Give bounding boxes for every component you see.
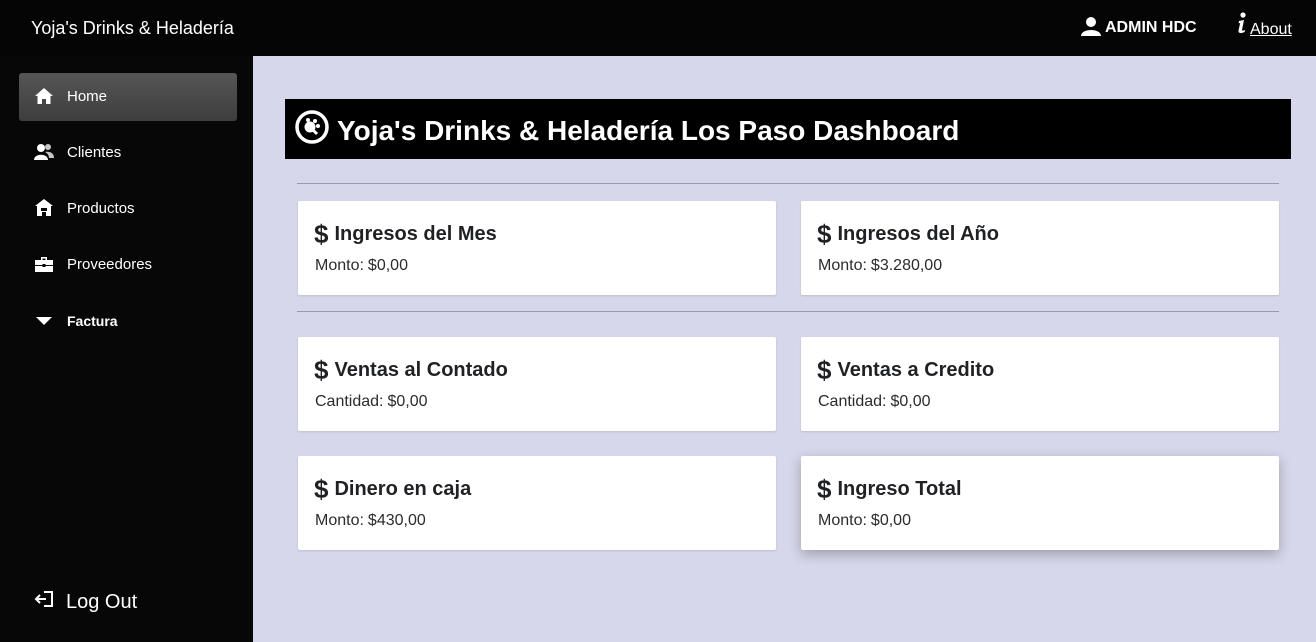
card-title: $ Ventas a Credito — [817, 357, 994, 383]
card-title: $ Dinero en caja — [314, 476, 471, 502]
card-ingreso-total[interactable]: $ Ingreso Total Monto: $0,00 — [801, 456, 1279, 550]
dollar-icon: $ — [314, 474, 329, 504]
card-ingresos-mes: $ Ingresos del Mes Monto: $0,00 — [298, 201, 776, 295]
card-ingresos-ano: $ Ingresos del Año Monto: $3.280,00 — [801, 201, 1279, 295]
divider — [297, 183, 1279, 184]
sidebar-item-productos[interactable]: Productos — [19, 185, 237, 233]
card-value: Monto: $430,00 — [315, 512, 426, 530]
card-dinero-caja: $ Dinero en caja Monto: $430,00 — [298, 456, 776, 550]
dollar-icon: $ — [817, 219, 832, 249]
sidebar-item-label: Home — [67, 88, 108, 105]
sidebar-item-label: Productos — [67, 200, 135, 217]
sidebar-item-factura[interactable]: Factura — [19, 297, 237, 345]
card-ventas-contado: $ Ventas al Contado Cantidad: $0,00 — [298, 337, 776, 431]
sidebar: Home Clientes Productos Proveedores Fact… — [0, 56, 253, 642]
users-icon — [34, 142, 54, 162]
user-name: ADMIN HDC — [1105, 19, 1197, 36]
card-ventas-credito: $ Ventas a Credito Cantidad: $0,00 — [801, 337, 1279, 431]
card-value-amount: $0,00 — [367, 257, 408, 274]
app-brand[interactable]: Yoja's Drinks & Heladería — [31, 17, 234, 39]
card-title-text: Dinero en caja — [334, 478, 472, 500]
card-title-text: Ingreso Total — [837, 478, 962, 500]
card-title: $ Ingresos del Mes — [314, 221, 497, 247]
card-value-label: Monto: — [818, 257, 867, 274]
card-value-amount: $0,00 — [870, 512, 911, 529]
dollar-icon: $ — [817, 474, 832, 504]
card-title-text: Ventas al Contado — [334, 359, 508, 381]
top-bar: Yoja's Drinks & Heladería ADMIN HDC Abou… — [0, 0, 1316, 56]
card-value-label: Cantidad: — [315, 393, 384, 410]
card-value-amount: $0,00 — [387, 393, 428, 410]
info-icon — [1236, 12, 1248, 39]
dashboard-gauge-icon — [295, 110, 329, 144]
divider — [297, 311, 1279, 312]
dollar-icon: $ — [314, 219, 329, 249]
card-value-amount: $3.280,00 — [870, 257, 943, 274]
caret-down-icon — [34, 310, 54, 330]
card-value: Cantidad: $0,00 — [818, 393, 931, 411]
dollar-icon: $ — [314, 355, 329, 385]
logout-label: Log Out — [66, 590, 138, 613]
sidebar-item-label: Clientes — [67, 144, 122, 161]
about-link[interactable]: About — [1236, 12, 1292, 39]
card-value-label: Monto: — [315, 512, 364, 529]
card-value-amount: $0,00 — [890, 393, 931, 410]
sidebar-item-home[interactable]: Home — [19, 73, 237, 121]
card-value: Monto: $0,00 — [818, 512, 911, 530]
sidebar-item-proveedores[interactable]: Proveedores — [19, 241, 237, 289]
dashboard-header: Yoja's Drinks & Heladería Los Paso Dashb… — [285, 99, 1291, 159]
card-title-text: Ingresos del Año — [837, 223, 999, 245]
home-icon — [34, 86, 54, 106]
logout-icon — [34, 590, 54, 614]
card-value-label: Monto: — [315, 257, 364, 274]
about-label: About — [1250, 21, 1292, 38]
card-value-amount: $430,00 — [367, 512, 426, 529]
card-value: Monto: $3.280,00 — [818, 257, 942, 275]
card-title: $ Ingresos del Año — [817, 221, 999, 247]
card-value: Cantidad: $0,00 — [315, 393, 428, 411]
logout-button[interactable]: Log Out — [34, 587, 137, 617]
card-value-label: Cantidad: — [818, 393, 887, 410]
dollar-icon: $ — [817, 355, 832, 385]
briefcase-icon — [34, 254, 54, 274]
store-icon — [34, 198, 54, 218]
sidebar-item-clientes[interactable]: Clientes — [19, 129, 237, 177]
card-title: $ Ingreso Total — [817, 476, 962, 502]
card-title: $ Ventas al Contado — [314, 357, 508, 383]
card-value-label: Monto: — [818, 512, 867, 529]
user-icon — [1081, 16, 1101, 41]
card-title-text: Ventas a Credito — [837, 359, 995, 381]
page-title: Yoja's Drinks & Heladería Los Paso Dashb… — [337, 115, 960, 146]
user-menu[interactable]: ADMIN HDC — [1081, 16, 1197, 41]
card-title-text: Ingresos del Mes — [334, 223, 497, 245]
sidebar-item-label: Proveedores — [67, 256, 153, 273]
sidebar-item-label: Factura — [67, 313, 118, 329]
card-value: Monto: $0,00 — [315, 257, 408, 275]
